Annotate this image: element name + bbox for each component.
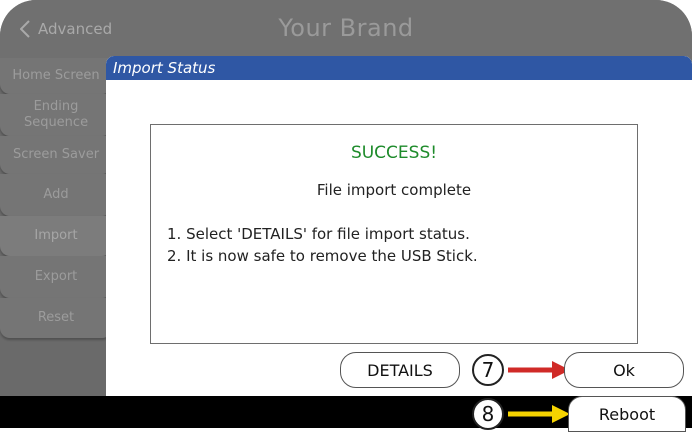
reboot-button[interactable]: Reboot <box>568 396 686 432</box>
sidebar-item-label: Home Screen <box>12 68 100 84</box>
success-heading: SUCCESS! <box>350 143 438 163</box>
instruction-step: 2. It is now safe to remove the USB Stic… <box>167 247 478 265</box>
top-bar: Advanced Your Brand <box>0 0 692 62</box>
sidebar-item-ending-sequence[interactable]: Ending Sequence <box>0 94 112 136</box>
import-status-dialog: Import Status SUCCESS! File import compl… <box>106 56 692 396</box>
message-box: SUCCESS! File import complete 1. Select … <box>150 124 638 344</box>
sidebar: Home Screen Ending Sequence Screen Saver… <box>0 58 112 398</box>
sidebar-item-export[interactable]: Export <box>0 256 112 298</box>
sidebar-item-label: Export <box>34 269 78 285</box>
sidebar-item-label: Screen Saver <box>12 147 100 163</box>
sidebar-item-import[interactable]: Import <box>0 216 112 256</box>
annotation-marker-8: 8 <box>472 398 504 430</box>
sidebar-item-reset[interactable]: Reset <box>0 298 112 338</box>
details-button[interactable]: DETAILS <box>340 352 460 388</box>
sidebar-item-label: Add <box>43 187 69 203</box>
annotation-marker-7: 7 <box>472 354 504 386</box>
instruction-list: 1. Select 'DETAILS' for file import stat… <box>167 223 478 267</box>
sidebar-item-label: Ending Sequence <box>23 99 89 130</box>
dialog-title: Import Status <box>106 56 692 80</box>
brand-title: Your Brand <box>278 14 414 42</box>
sidebar-item-add[interactable]: Add <box>0 174 112 216</box>
instruction-step: 1. Select 'DETAILS' for file import stat… <box>167 225 470 243</box>
sidebar-item-home-screen[interactable]: Home Screen <box>0 58 112 94</box>
import-complete-text: File import complete <box>316 181 472 199</box>
sidebar-item-screen-saver[interactable]: Screen Saver <box>0 136 112 174</box>
sidebar-item-label: Reset <box>37 310 75 326</box>
annotation-arrow-8 <box>508 405 570 423</box>
ok-button[interactable]: Ok <box>564 352 684 388</box>
annotation-arrow-7 <box>508 361 570 379</box>
sidebar-item-label: Import <box>34 228 78 244</box>
